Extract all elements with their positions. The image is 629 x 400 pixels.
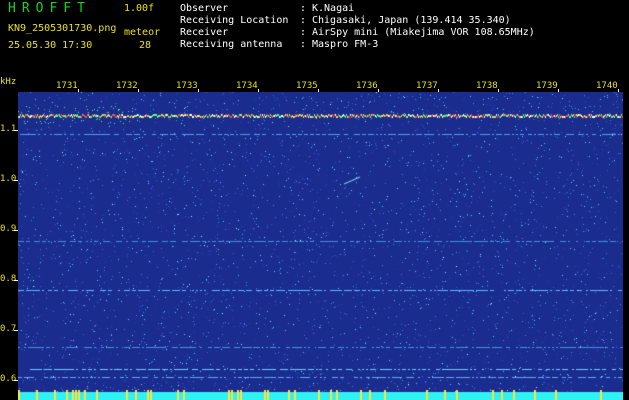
time-tick-1737: 1737 (416, 81, 438, 91)
time-tick-1738: 1738 (476, 81, 498, 91)
header: HROFFT 1.00f KN9_2505301730.png 25.05.30… (0, 0, 629, 75)
station-info: Observer: K.Nagai Receiving Location: Chig… (180, 3, 535, 51)
time-axis: 1731 1732 1733 1734 1735 1736 1737 1738 … (0, 75, 629, 92)
app-version: 1.00f (124, 3, 155, 14)
info-row-receiver: Receiver: AirSpy mini (Miakejima VOR 108.… (180, 27, 535, 38)
info-key: Receiving antenna (180, 39, 283, 50)
time-tick-1733: 1733 (176, 81, 198, 91)
time-tick-1735: 1735 (296, 81, 318, 91)
time-tick-1740: 1740 (596, 81, 618, 91)
freq-tick-0.9: 0.9 (0, 224, 17, 234)
info-value: AirSpy mini (Miakejima VOR 108.65MHz) (312, 27, 535, 38)
info-value: K.Nagai (312, 3, 355, 14)
freq-tick-1.0: 1.0 (0, 174, 17, 184)
freq-tick-0.6: 0.6 (0, 374, 17, 384)
app-title: HROFFT (8, 1, 91, 16)
spectrogram-canvas (18, 92, 623, 400)
time-tick-1736: 1736 (356, 81, 378, 91)
time-tick-1732: 1732 (116, 81, 138, 91)
info-row-observer: Observer: K.Nagai (180, 3, 355, 14)
date-time: 25.05.30 17:30 (8, 40, 93, 51)
info-value: Maspro FM-3 (312, 39, 379, 50)
meteor-count: 28 (139, 40, 152, 51)
time-tick-1734: 1734 (236, 81, 258, 91)
time-tick-1739: 1739 (536, 81, 558, 91)
info-row-location: Receiving Location: Chigasaki, Japan (139… (180, 15, 511, 26)
info-key: Receiver (180, 27, 229, 38)
info-value: Chigasaki, Japan (139.414 35.340) (312, 15, 511, 26)
freq-tick-0.8: 0.8 (0, 274, 17, 284)
info-row-antenna: Receiving antenna: Maspro FM-3 (180, 39, 379, 50)
filename: KN9_2505301730.png (8, 23, 117, 34)
freq-tick-1.1: 1.1 (0, 124, 17, 134)
spectrogram-plot[interactable] (18, 92, 623, 400)
info-key: Receiving Location (180, 15, 289, 26)
info-key: Observer (180, 3, 229, 14)
time-tick-1731: 1731 (56, 81, 78, 91)
meteor-label: meteor (124, 27, 161, 38)
freq-tick-0.7: 0.7 (0, 324, 17, 334)
